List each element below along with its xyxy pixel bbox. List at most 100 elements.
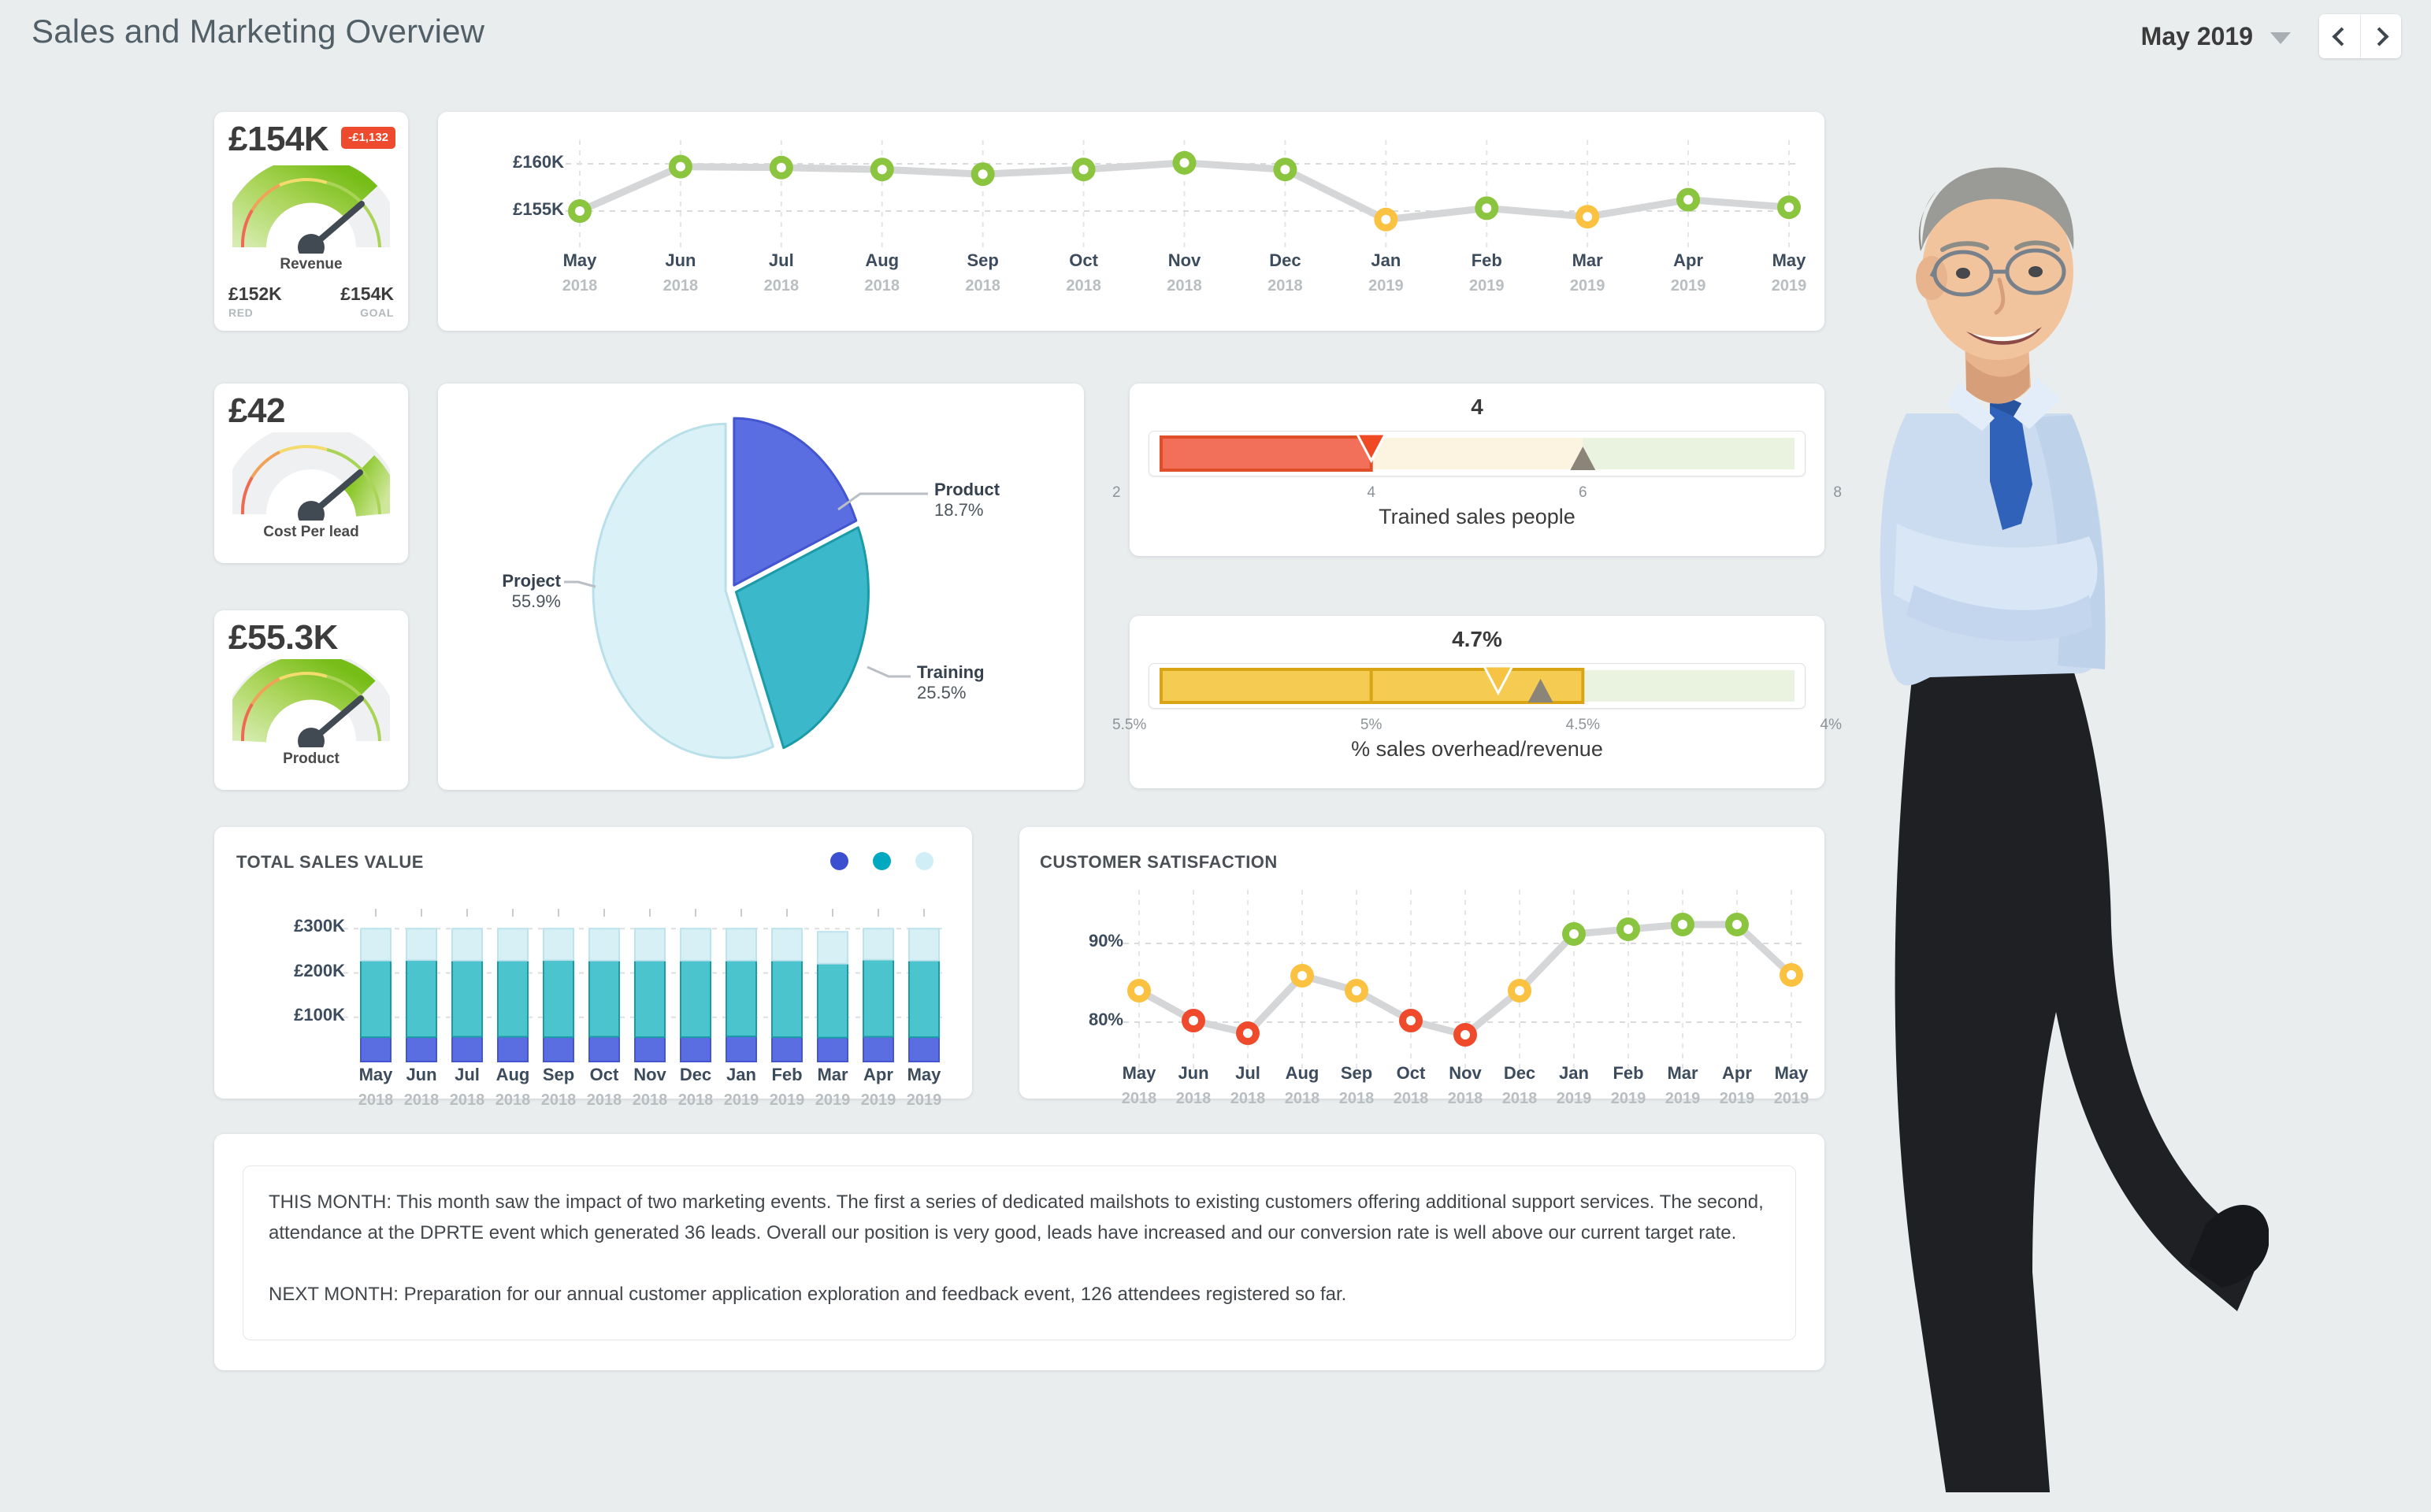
- gauge-label-product: Product: [283, 750, 340, 767]
- gauge-cost-per-lead: [232, 432, 390, 521]
- revenue-trend-month-label: Jun: [665, 250, 696, 270]
- chart-card-revenue-split[interactable]: Product 18.7% Training 25.5% Project 55.9%: [438, 384, 1084, 790]
- revenue-trend-year-label: 2018: [763, 277, 800, 295]
- revenue-trend-year-label: 2018: [1267, 277, 1303, 295]
- customer-satisfaction-year-label: 2019: [1773, 1090, 1809, 1107]
- revenue-trend-y-tick: £155K: [513, 199, 564, 219]
- revenue-trend-month-label: Dec: [1269, 250, 1301, 270]
- commentary-panel: THIS MONTH: This month saw the impact of…: [243, 1166, 1796, 1340]
- gauge-red-value: £152K: [228, 284, 282, 304]
- kpi-header-product: £55.3K: [228, 618, 395, 657]
- bullet-title-trained: Trained sales people: [1379, 505, 1576, 528]
- commentary-this-month: THIS MONTH: This month saw the impact of…: [269, 1191, 1764, 1243]
- chart-card-customer-satisfaction[interactable]: CUSTOMER SATISFACTION 80% 90% May 2018 Jun 20…: [1019, 827, 1824, 1107]
- revenue-trend-month-label: Jan: [1371, 250, 1401, 270]
- revenue-trend-month-label: Apr: [1673, 250, 1704, 270]
- total-sales-month-label: May: [907, 1065, 941, 1084]
- customer-satisfaction-month-label: May: [1774, 1063, 1809, 1083]
- gauge-red-caption: RED: [228, 306, 254, 319]
- total-sales-year-label: 2019: [906, 1091, 942, 1109]
- gauge-label-cost-per-lead: Cost Per lead: [263, 524, 359, 540]
- bullet-trained-tick: 4: [1367, 484, 1375, 501]
- bullet-title-overhead: % sales overhead/revenue: [1351, 737, 1603, 761]
- kpi-card-product[interactable]: £55.3K Product: [214, 610, 408, 790]
- bullet-overhead-tick: 4%: [1820, 717, 1842, 733]
- gauge-red-threshold: £152K RED: [228, 284, 282, 319]
- legend-dot-series-1[interactable]: [830, 852, 848, 870]
- bullet-trained-tick: 6: [1579, 484, 1587, 501]
- revenue-trend-month-label: Aug: [865, 250, 900, 270]
- chart-card-trained-sales-people[interactable]: 4 2468 Trained sales people: [1112, 384, 1842, 556]
- dashboard-header: Sales and Marketing Overview May 2019: [0, 0, 2431, 72]
- revenue-trend-year-label: 2019: [1771, 277, 1807, 295]
- gauge-goal-caption: GOAL: [360, 306, 394, 319]
- legend-dot-series-2[interactable]: [873, 852, 891, 870]
- next-period-button[interactable]: [2360, 14, 2401, 58]
- revenue-trend-year-label: 2018: [1167, 277, 1202, 295]
- revenue-trend-month-label: Sep: [967, 250, 999, 270]
- revenue-trend-month-label: Oct: [1069, 250, 1098, 270]
- chart-card-total-sales-value[interactable]: TOTAL SALES VALUE £100K £200K £300K May 2018…: [214, 827, 972, 1109]
- commentary-card[interactable]: THIS MONTH: This month saw the impact of…: [214, 1134, 1824, 1370]
- chart-card-sales-overhead[interactable]: 4.7% 5.5% 5% 4.5% 4% % sales overhead/reven…: [1112, 616, 1842, 788]
- total-sales-y-tick: £300K: [294, 916, 345, 936]
- pie-slice-label: Product 18.7%: [934, 480, 1000, 521]
- kpi-header-cost-per-lead: £42: [228, 391, 395, 430]
- revenue-trend-year-label: 2018: [864, 277, 900, 295]
- bullet-overhead-tick: 5.5%: [1112, 717, 1147, 733]
- pie-slice-value: 25.5%: [917, 683, 967, 702]
- kpi-value-revenue: £154K: [228, 120, 329, 158]
- gauge-revenue: [232, 165, 390, 254]
- kpi-card-cost-per-lead[interactable]: £42 Cost Per lead: [214, 384, 408, 563]
- pie-slice-name: Training: [917, 662, 985, 682]
- revenue-trend-year-label: 2018: [965, 277, 1000, 295]
- revenue-trend-year-label: 2019: [1670, 277, 1706, 295]
- revenue-trend-month-label: Jul: [768, 250, 794, 270]
- revenue-trend-year-label: 2019: [1569, 277, 1605, 295]
- pie-slice-name: Product: [934, 480, 1000, 499]
- gauge-footer-revenue: £152K RED £154K GOAL: [228, 284, 394, 319]
- gauge-product: [232, 659, 390, 747]
- gauge-goal-threshold: £154K GOAL: [340, 284, 394, 319]
- total-sales-y-tick: £200K: [294, 960, 345, 980]
- commentary-next-month: NEXT MONTH: Preparation for our annual c…: [269, 1284, 1347, 1305]
- chevron-left-icon: [2332, 26, 2351, 46]
- period-nav-buttons: [2319, 14, 2401, 58]
- kpi-card-revenue[interactable]: £154K -£1,132 Revenue £152K RED £154K GO…: [214, 112, 408, 331]
- date-selector-label[interactable]: May 2019: [2141, 22, 2253, 51]
- pie-slice-name: Project: [502, 571, 561, 591]
- pie-slice-label: Project 55.9%: [460, 571, 561, 612]
- person-photo: [1796, 154, 2269, 1492]
- bullet-overhead-tick: 5%: [1360, 717, 1383, 733]
- customer-satisfaction-y-tick: 90%: [1088, 931, 1123, 951]
- chevron-down-icon[interactable]: [2270, 32, 2291, 44]
- revenue-trend-month-label: May: [562, 250, 597, 270]
- revenue-trend-year-label: 2019: [1469, 277, 1505, 295]
- pie-slice-value: 18.7%: [934, 500, 984, 520]
- revenue-trend-month-label: May: [1772, 250, 1806, 270]
- bullet-overhead-tick: 4.5%: [1565, 717, 1600, 733]
- revenue-trend-year-label: 2019: [1368, 277, 1404, 295]
- customer-satisfaction-y-tick: 80%: [1088, 1010, 1123, 1029]
- gauge-goal-value: £154K: [340, 284, 394, 304]
- pie-slice-value: 55.9%: [511, 591, 561, 611]
- kpi-value-cost-per-lead: £42: [228, 391, 285, 430]
- revenue-trend-year-label: 2018: [1066, 277, 1101, 295]
- total-sales-y-tick: £100K: [294, 1004, 345, 1025]
- revenue-trend-year-label: 2018: [562, 277, 598, 295]
- kpi-badge-revenue: -£1,132: [341, 127, 395, 149]
- revenue-trend-month-label: Feb: [1471, 250, 1502, 270]
- kpi-value-product: £55.3K: [228, 618, 338, 657]
- revenue-trend-y-tick: £160K: [513, 152, 564, 172]
- page-title: Sales and Marketing Overview: [32, 13, 485, 50]
- chevron-right-icon: [2369, 26, 2389, 46]
- prev-period-button[interactable]: [2319, 14, 2360, 58]
- bullet-trained-tick: 8: [1833, 484, 1842, 501]
- pie-slice-label: Training 25.5%: [917, 662, 985, 703]
- revenue-trend-month-label: Nov: [1167, 250, 1201, 270]
- legend-dot-series-3[interactable]: [915, 852, 933, 870]
- kpi-header-revenue: £154K -£1,132: [228, 120, 395, 158]
- date-selector[interactable]: May 2019: [2141, 14, 2401, 58]
- chart-card-revenue-trend[interactable]: £155K £160K May 2018 Jun 2018 Jul 2018 Aug 2018 Se…: [438, 112, 1824, 331]
- bullet-trained-tick: 2: [1112, 484, 1121, 501]
